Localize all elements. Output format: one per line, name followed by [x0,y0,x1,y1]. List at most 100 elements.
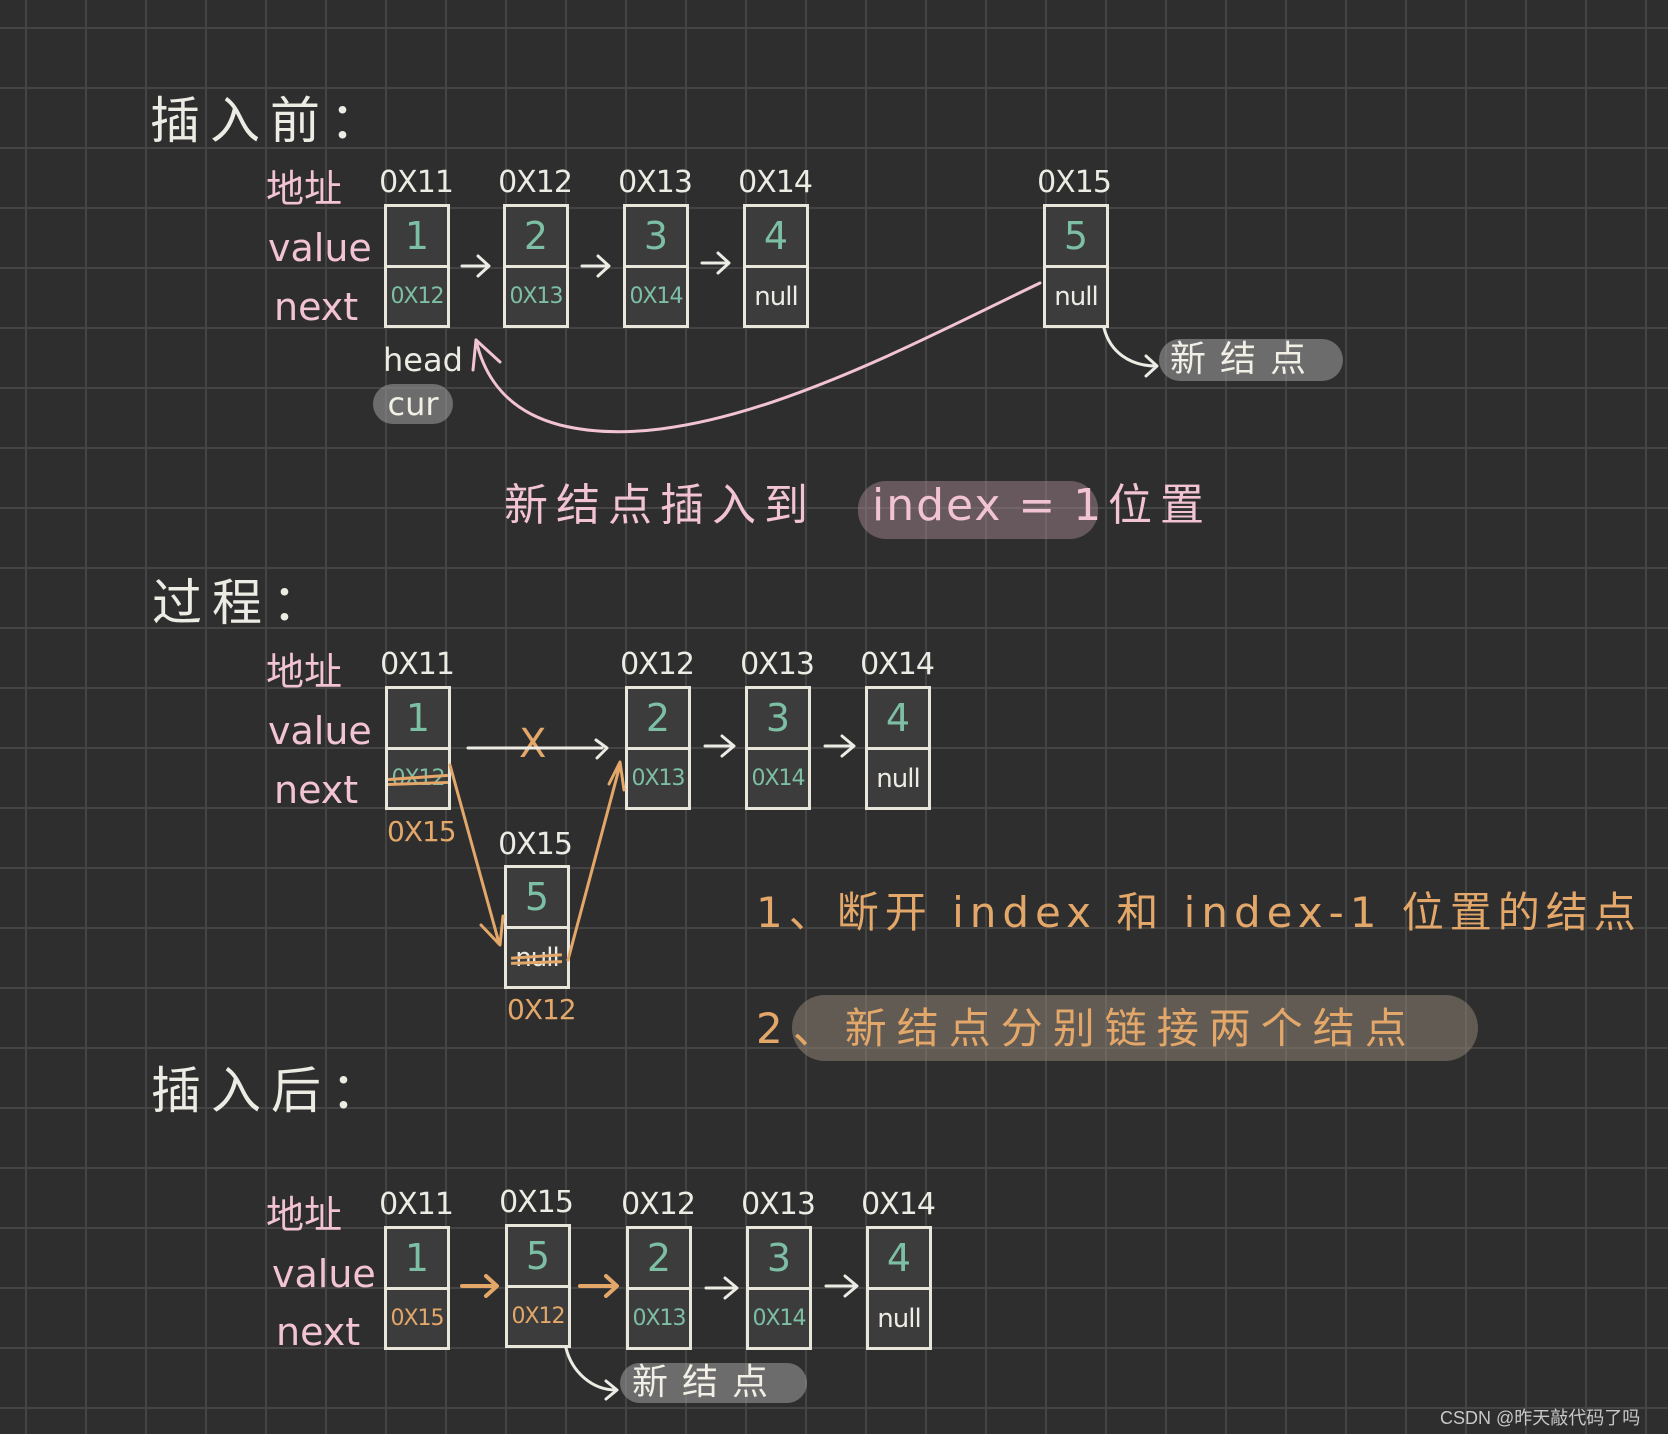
node-address: 0X14 [738,165,813,200]
row-label-address: 地址 [266,167,343,211]
arrow-icon [700,251,731,275]
node-next: null [1054,281,1098,312]
broken-link-mark: X [519,721,547,767]
new-next-value: 0X15 [387,815,457,848]
list-node: 3 0X14 [746,1226,812,1350]
row-label-next: next [274,768,359,812]
node-address: 0X13 [618,165,693,200]
node-value: 2 [506,207,566,268]
list-node: 2 0X13 [625,686,691,810]
node-value: 3 [626,207,686,268]
arrow-icon [580,254,611,278]
node-next: 0X13 [632,1306,686,1331]
arrow-icon [460,1274,499,1298]
row-label-address: 地址 [266,650,343,694]
node-value: 1 [388,689,448,750]
section-title-before: 插入前： [150,92,390,150]
node-address: 0X11 [379,1187,454,1222]
node-next: 0X14 [752,1306,806,1331]
list-node: 4 null [743,204,809,328]
new-node-address: 0X15 [1037,165,1112,200]
watermark: CSDN @昨天敲代码了吗 [1440,1408,1641,1428]
node-next: null [877,1303,921,1334]
node-address: 0X11 [380,647,455,682]
arrow-icon [824,1274,859,1298]
arrowhead-icon [471,338,502,372]
node-value: 4 [746,207,806,268]
node-next: 0X15 [390,1306,444,1331]
connector-layer [448,251,1159,1401]
new-node-address: 0X15 [498,827,573,862]
node-address: 0X14 [860,647,935,682]
cur-pointer-badge: cur [373,384,453,424]
caption-suffix: 位置 [1108,480,1212,531]
curved-arrow-icon [1102,326,1159,378]
node-value: 4 [868,689,928,750]
row-label-value: value [268,226,372,270]
list-node: 1 0X12 [385,686,451,810]
new-node-tag: 新结点 [632,1362,783,1403]
step-1: 1、断开 index 和 index-1 位置的结点 [756,888,1642,937]
node-next: null [754,281,798,312]
arrow-icon [578,1274,619,1298]
row-label-address: 地址 [266,1193,343,1237]
node-value: 3 [749,1229,809,1290]
node-value: 2 [628,689,688,750]
node-next: 0X13 [631,766,685,791]
node-next: 0X14 [629,284,683,309]
link-to-next-node-arrow-icon [566,760,626,962]
arrow-icon [823,734,856,758]
step-2: 2、新结点分别链接两个结点 [756,1004,1417,1053]
caption-highlight: index = 1 [872,480,1104,531]
node-next: 0X13 [509,284,563,309]
caption-prefix: 新结点插入到 [504,480,816,531]
node-value: 1 [387,1229,447,1290]
head-label: head [383,341,463,379]
struck-next-value: null [515,942,559,973]
row-label-next: next [276,1310,361,1354]
row-label-value: value [272,1252,376,1296]
new-next-value: 0X12 [507,993,577,1026]
new-node: 5 0X12 [505,1224,571,1348]
node-value: 3 [748,689,808,750]
node-next: 0X12 [390,284,444,309]
node-address: 0X12 [498,165,573,200]
struck-next-value: 0X12 [391,766,445,791]
node-next-old: null [507,929,567,986]
node-next: 0X14 [751,766,805,791]
list-node: 3 0X14 [623,204,689,328]
list-node: 2 0X13 [503,204,569,328]
node-address: 0X14 [861,1187,936,1222]
new-node-tag: 新结点 [1170,339,1321,380]
node-value: 4 [869,1229,929,1290]
row-label-next: next [274,285,359,329]
node-address: 0X11 [379,165,454,200]
node-value: 5 [508,1227,568,1288]
list-node: 2 0X13 [626,1226,692,1350]
node-next-old: 0X12 [388,750,448,807]
list-node: 1 0X15 [384,1226,450,1350]
node-address: 0X12 [620,647,695,682]
new-node: 5 null [504,865,570,989]
curved-arrow-icon [564,1346,619,1401]
list-node: 3 0X14 [745,686,811,810]
node-address: 0X13 [740,647,815,682]
node-address: 0X12 [621,1187,696,1222]
node-value: 5 [507,868,567,929]
new-node: 5 null [1043,204,1109,328]
section-title-after: 插入后： [151,1062,391,1120]
list-node: 4 null [866,1226,932,1350]
arrow-icon [704,1276,739,1300]
row-label-value: value [268,709,372,753]
node-value: 1 [387,207,447,268]
node-next: null [876,763,920,794]
node-value: 5 [1046,207,1106,268]
arrow-icon [703,734,736,758]
section-title-process: 过程： [152,574,332,632]
list-node: 4 null [865,686,931,810]
cur-label: cur [387,385,439,423]
list-node: 1 0X12 [384,204,450,328]
arrow-icon [460,254,491,278]
node-address: 0X15 [499,1185,574,1220]
node-next: 0X12 [511,1304,565,1329]
